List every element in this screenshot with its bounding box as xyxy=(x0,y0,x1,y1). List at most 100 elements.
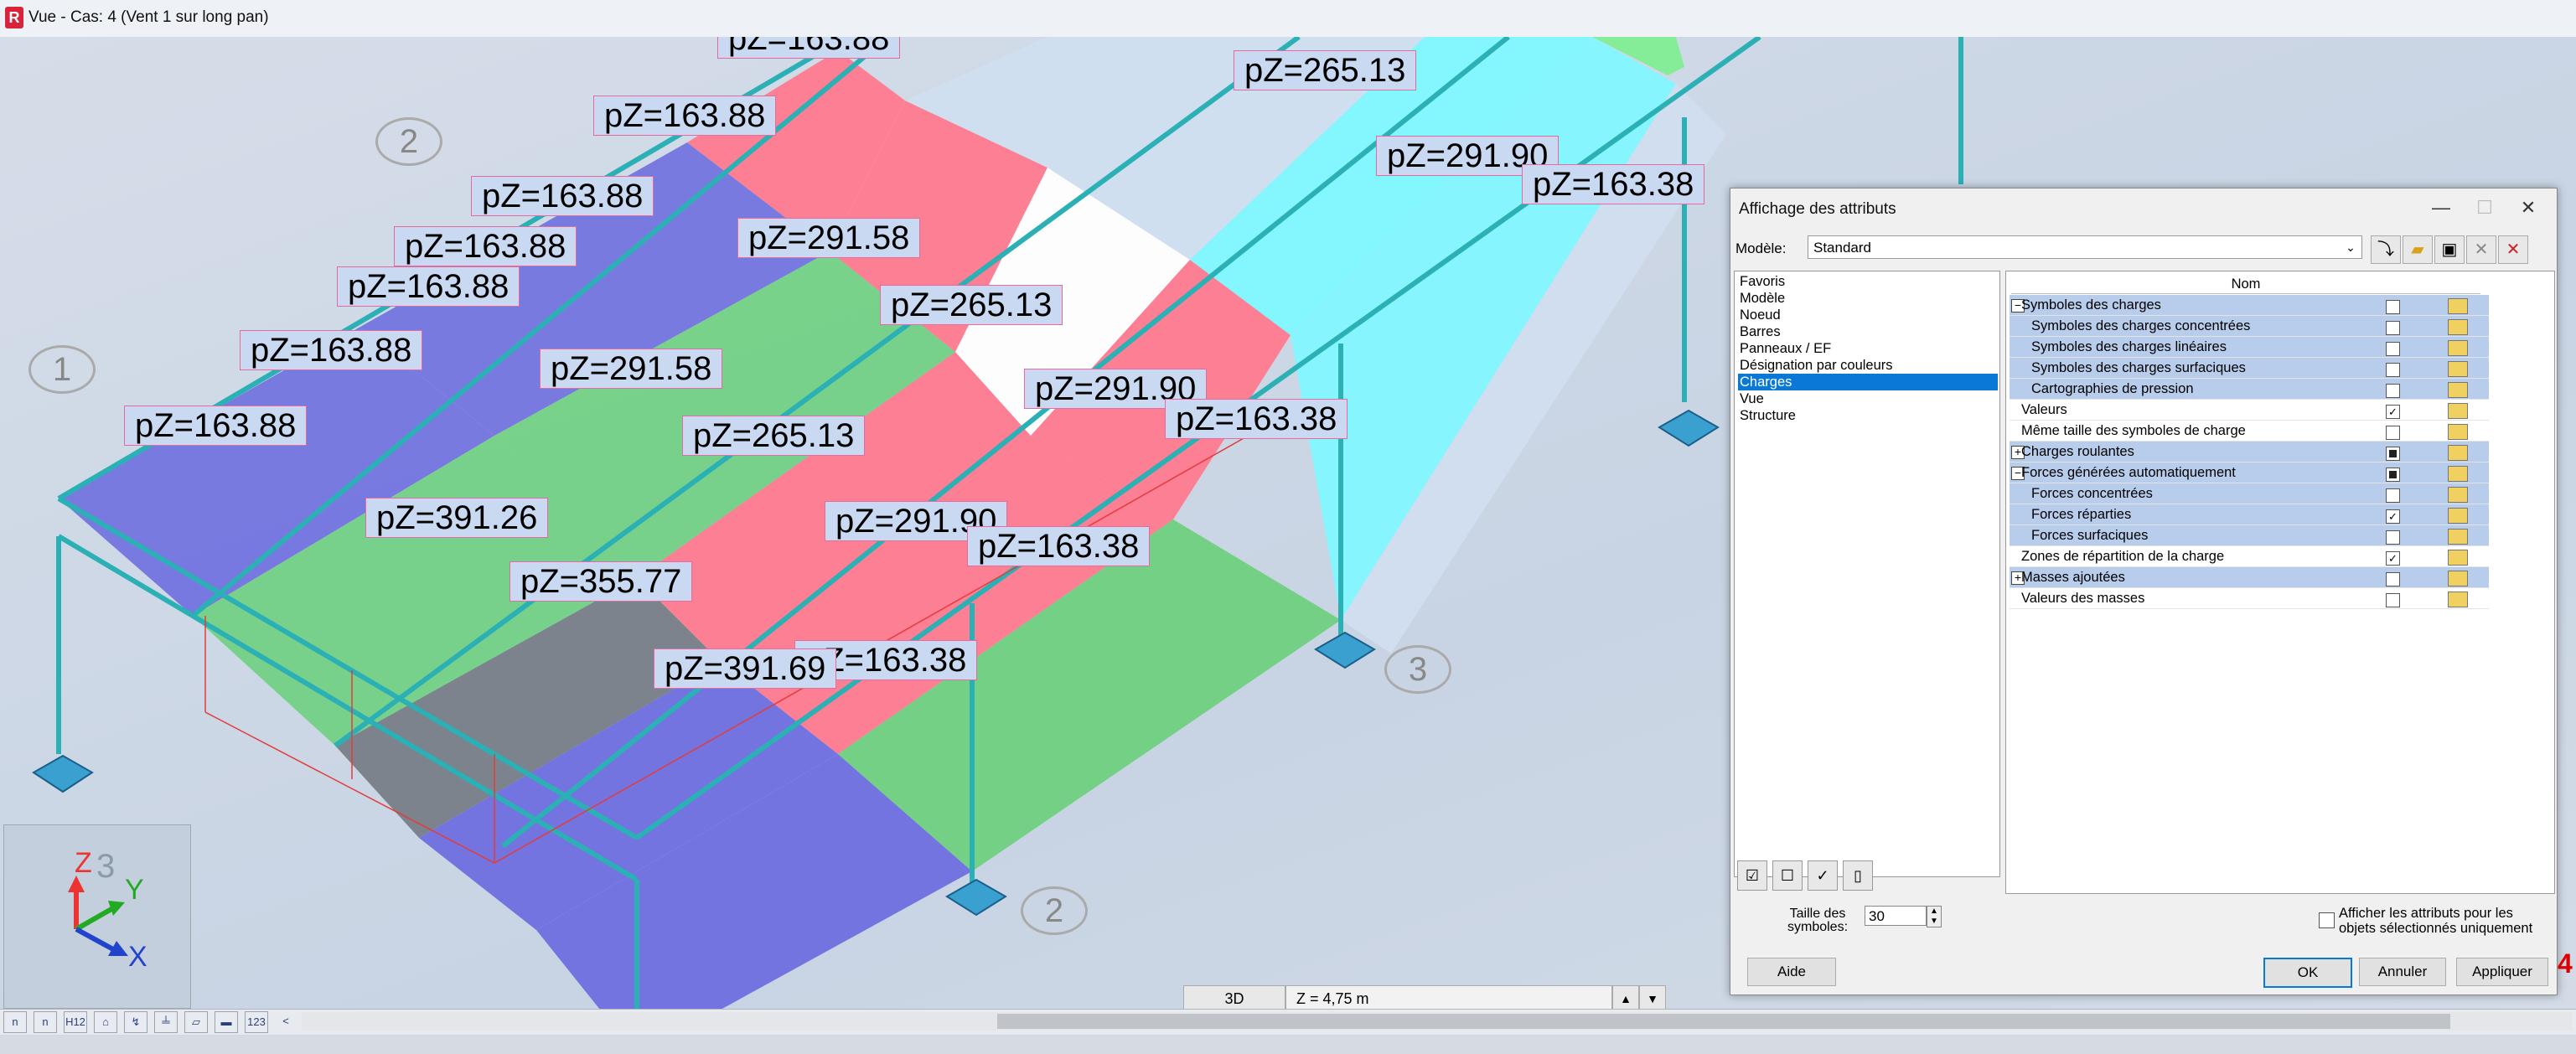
attribute-row[interactable]: Forces concentrées xyxy=(2010,483,2489,504)
attribute-row[interactable]: Cartographies de pression xyxy=(2010,379,2489,400)
attribute-name: Forces générées automatiquement xyxy=(2021,465,2236,480)
level-field[interactable]: Z = 4,75 m xyxy=(1285,985,1612,1010)
scrollbar-thumb[interactable] xyxy=(997,1014,2450,1029)
attribute-checkbox[interactable] xyxy=(2386,593,2400,607)
attribute-row[interactable]: Symboles des charges surfaciques xyxy=(2010,358,2489,379)
grid-bubble: 3 xyxy=(1384,645,1451,694)
attribute-checkbox[interactable] xyxy=(2386,530,2400,545)
attribute-name: Valeurs des masses xyxy=(2021,591,2145,606)
symbol-size-stepper[interactable]: ▲ ▼ xyxy=(1927,906,1942,927)
grid-bubble: 2 xyxy=(375,117,442,166)
attribute-symbol-icon xyxy=(2448,571,2468,586)
uncheck-all-icon: ☐ xyxy=(1780,867,1795,884)
toolbar-button-bar-numbers[interactable]: n xyxy=(34,1011,57,1033)
help-button[interactable]: Aide xyxy=(1747,958,1836,986)
minimize-button[interactable]: — xyxy=(2418,194,2465,222)
check-column-button[interactable]: ✓ xyxy=(1808,860,1838,891)
selected-only-checkbox[interactable] xyxy=(2319,912,2335,928)
attribute-symbol-icon xyxy=(2448,550,2468,566)
check-all-button[interactable]: ☑ xyxy=(1737,860,1767,891)
toolbar-button-members[interactable]: ╧ xyxy=(154,1011,178,1033)
grid-header-name: Nom xyxy=(2011,275,2480,294)
category-charges[interactable]: Charges xyxy=(1738,374,1998,390)
attribute-row[interactable]: Valeurs ✓ xyxy=(2010,400,2489,421)
attribute-checkbox[interactable]: ✓ xyxy=(2386,509,2400,524)
attribute-name: Charges roulantes xyxy=(2021,444,2134,459)
load-label: pZ=163.88 xyxy=(124,406,308,446)
fill-icon: ▬ xyxy=(220,1015,232,1028)
attribute-checkbox[interactable] xyxy=(2386,342,2400,356)
attribute-row[interactable]: + Charges roulantes xyxy=(2010,442,2489,462)
load-label: pZ=163.38 xyxy=(1165,399,1348,439)
load-template-button[interactable]: ⤵ xyxy=(2371,235,2401,264)
category-panneaux[interactable]: Panneaux / EF xyxy=(1738,340,1998,357)
attribute-row[interactable]: + Masses ajoutées xyxy=(2010,567,2489,588)
category-barres[interactable]: Barres xyxy=(1738,323,1998,340)
uncheck-all-button[interactable]: ☐ xyxy=(1772,860,1803,891)
symbol-size-input[interactable]: 30 xyxy=(1865,906,1927,926)
attribute-checkbox[interactable] xyxy=(2386,321,2400,335)
attribute-symbol-icon xyxy=(2448,319,2468,335)
close-button[interactable]: ✕ xyxy=(2505,194,2552,222)
attribute-checkbox[interactable] xyxy=(2386,300,2400,314)
attribute-row[interactable]: − Forces générées automatiquement xyxy=(2010,462,2489,483)
attribute-row[interactable]: Même taille des symboles de charge xyxy=(2010,421,2489,442)
attribute-checkbox[interactable] xyxy=(2386,363,2400,377)
delete-all-button[interactable]: ✕ xyxy=(2498,235,2528,264)
attribute-row[interactable]: Valeurs des masses xyxy=(2010,588,2489,609)
member-icon: ╧ xyxy=(162,1015,170,1028)
attribute-checkbox[interactable] xyxy=(2386,447,2400,461)
maximize-button[interactable]: ☐ xyxy=(2461,194,2508,222)
attribute-symbol-icon xyxy=(2448,487,2468,503)
attribute-checkbox[interactable]: ✓ xyxy=(2386,405,2400,419)
attribute-checkbox[interactable] xyxy=(2386,384,2400,398)
arrow-icon: ⤵ xyxy=(2377,240,2394,259)
category-structure[interactable]: Structure xyxy=(1738,407,1998,424)
load-icon: ↯ xyxy=(131,1015,141,1028)
toolbar-button-sections[interactable]: H12 xyxy=(64,1011,87,1033)
category-noeud[interactable]: Noeud xyxy=(1738,307,1998,323)
toolbar-button-fill[interactable]: ▬ xyxy=(215,1011,238,1033)
load-label: pZ=355.77 xyxy=(510,561,693,602)
category-designation[interactable]: Désignation par couleurs xyxy=(1738,357,1998,374)
attribute-name: Valeurs xyxy=(2021,402,2067,417)
toolbar-button-supports[interactable]: ⌂ xyxy=(94,1011,117,1033)
chevron-down-icon[interactable]: ⌄ xyxy=(2341,235,2361,259)
title-bar: R Vue - Cas: 4 (Vent 1 sur long pan) xyxy=(0,0,2576,38)
delete-icon: ✕ xyxy=(2474,240,2489,259)
toolbar-button-loads[interactable]: ↯ xyxy=(124,1011,147,1033)
attribute-row[interactable]: Forces surfaciques xyxy=(2010,525,2489,546)
load-label: pZ=291.58 xyxy=(737,218,921,258)
model-select[interactable]: Standard xyxy=(1808,235,2362,259)
attribute-name: Zones de répartition de la charge xyxy=(2021,549,2225,564)
open-folder-button[interactable]: ▰ xyxy=(2403,235,2433,264)
attribute-symbol-icon xyxy=(2448,508,2468,524)
delete-button[interactable]: ✕ xyxy=(2466,235,2496,264)
category-favoris[interactable]: Favoris xyxy=(1738,273,1998,290)
cancel-button[interactable]: Annuler xyxy=(2359,958,2446,986)
symbol-size-label: Taille des symboles: xyxy=(1787,907,1849,934)
category-modele[interactable]: Modèle xyxy=(1738,290,1998,307)
save-button[interactable]: ▣ xyxy=(2434,235,2465,264)
attribute-row[interactable]: Forces réparties ✓ xyxy=(2010,504,2489,525)
apply-button[interactable]: Appliquer xyxy=(2456,958,2548,986)
attribute-row[interactable]: Symboles des charges linéaires xyxy=(2010,337,2489,358)
category-vue[interactable]: Vue xyxy=(1738,390,1998,407)
toolbar-button-node-numbers[interactable]: n xyxy=(3,1011,27,1033)
attribute-row[interactable]: − Symboles des charges xyxy=(2010,295,2489,316)
toolbar-button-values[interactable]: 123 xyxy=(245,1011,268,1033)
attribute-checkbox[interactable] xyxy=(2386,572,2400,586)
attribute-checkbox[interactable]: ✓ xyxy=(2386,551,2400,566)
attribute-checkbox[interactable] xyxy=(2386,488,2400,503)
clear-column-button[interactable]: ▯ xyxy=(1843,860,1873,891)
attribute-checkbox[interactable] xyxy=(2386,426,2400,440)
toolbar-button-panels[interactable]: ▱ xyxy=(184,1011,208,1033)
grid-bubble: 3 xyxy=(96,848,115,885)
axis-indicator: 3 4 Z Y X xyxy=(3,824,215,1009)
attribute-name: Masses ajoutées xyxy=(2021,570,2125,585)
attribute-row[interactable]: Symboles des charges concentrées xyxy=(2010,316,2489,337)
scroll-left-button[interactable]: < xyxy=(275,1011,297,1031)
ok-button[interactable]: OK xyxy=(2263,958,2352,988)
attribute-checkbox[interactable] xyxy=(2386,468,2400,482)
attribute-row[interactable]: Zones de répartition de la charge ✓ xyxy=(2010,546,2489,567)
